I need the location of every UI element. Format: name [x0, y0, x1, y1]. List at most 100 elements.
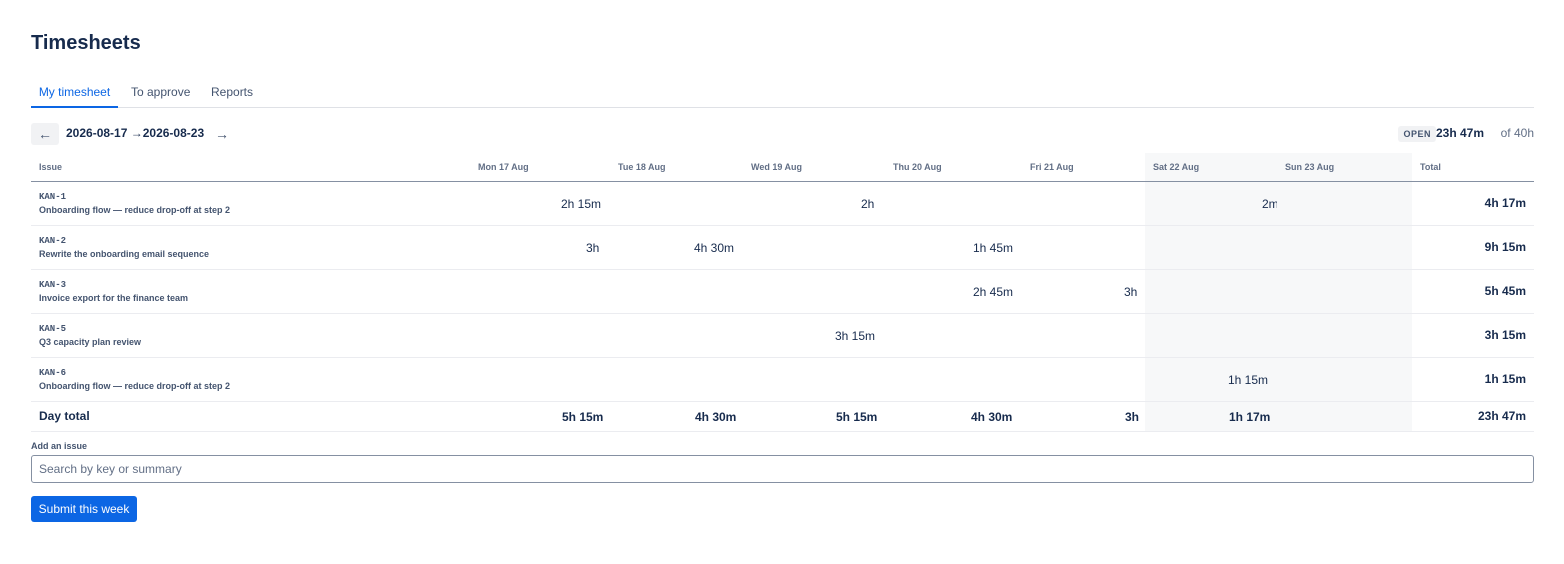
time-cell[interactable]: [1277, 269, 1412, 314]
week-start-date: 2026-08-17: [66, 126, 128, 140]
add-issue-label: Add an issue: [31, 441, 88, 451]
day-total-label: Day total: [31, 401, 431, 432]
time-cell[interactable]: [879, 357, 1014, 402]
status-badge: OPEN: [1398, 126, 1436, 142]
day-total-value: 4h 30m: [695, 409, 737, 424]
time-cell[interactable]: [879, 181, 1014, 226]
row-total: 5h 45m: [1412, 269, 1534, 314]
time-cell[interactable]: [603, 313, 737, 358]
time-cell[interactable]: [1145, 313, 1277, 358]
time-cell[interactable]: 2h 15m: [431, 181, 603, 226]
issue-cell[interactable]: KAN-3 Invoice export for the finance tea…: [31, 269, 431, 314]
time-cell[interactable]: [1014, 225, 1145, 270]
day-total-cell: 4h 30m: [603, 401, 737, 432]
time-cell[interactable]: [1277, 357, 1412, 402]
time-cell[interactable]: 3h: [431, 225, 603, 270]
time-cell[interactable]: [737, 225, 879, 270]
week-end-date: 2026-08-23: [142, 126, 205, 140]
time-cell[interactable]: [1014, 313, 1145, 358]
time-cell[interactable]: [431, 269, 603, 314]
time-cell[interactable]: [431, 357, 603, 402]
issue-summary: Invoice export for the finance team: [39, 292, 189, 303]
time-cell[interactable]: [1277, 181, 1412, 226]
time-cell[interactable]: 4h 30m: [603, 225, 737, 270]
column-header-day: Tue 18 Aug: [603, 153, 737, 182]
time-cell[interactable]: 1h 45m: [879, 225, 1014, 270]
time-cell[interactable]: 2h 45m: [879, 269, 1014, 314]
time-cell[interactable]: [737, 357, 879, 402]
day-total-row: Day total 5h 15m 4h 30m 5h 15m 4h 30m 3h…: [31, 401, 1534, 432]
table-row: KAN-2 Rewrite the onboarding email seque…: [31, 225, 1534, 270]
hours-target: of 40h: [1500, 126, 1534, 140]
issue-cell[interactable]: KAN-5 Q3 capacity plan review: [31, 313, 431, 358]
tab-to-approve[interactable]: To approve: [131, 78, 190, 108]
issue-search-input[interactable]: [31, 455, 1534, 483]
time-cell[interactable]: 1h 15m: [1145, 357, 1277, 402]
time-entry: 1h 15m: [1228, 372, 1269, 387]
issue-cell[interactable]: KAN-2 Rewrite the onboarding email seque…: [31, 225, 431, 270]
week-navigation: ← 2026-08-17 →2026-08-23 → OPEN 23h 47m …: [31, 122, 1534, 146]
tab-bar: My timesheet To approve Reports: [31, 78, 1534, 108]
time-entry: 2h 45m: [973, 284, 1014, 299]
time-entry: 3h: [1124, 284, 1138, 299]
column-header-day: Thu 20 Aug: [879, 153, 1014, 182]
grand-total: 23h 47m: [1412, 401, 1534, 432]
table-header-row: Issue Mon 17 Aug Tue 18 Aug Wed 19 Aug T…: [31, 153, 1534, 182]
issue-summary: Q3 capacity plan review: [39, 336, 142, 347]
table-row: KAN-5 Q3 capacity plan review 3h 15m 3h …: [31, 313, 1534, 358]
time-entry: 2h: [861, 196, 875, 211]
time-cell[interactable]: [1277, 225, 1412, 270]
previous-week-arrow-icon[interactable]: ←: [31, 123, 59, 145]
page-title: Timesheets: [31, 32, 141, 54]
time-cell[interactable]: [603, 357, 737, 402]
tab-my-timesheet[interactable]: My timesheet: [31, 78, 118, 108]
issue-key: KAN-1: [39, 191, 67, 202]
row-total: 9h 15m: [1412, 225, 1534, 270]
table-row: KAN-1 Onboarding flow — reduce drop-off …: [31, 181, 1534, 226]
issue-cell[interactable]: KAN-1 Onboarding flow — reduce drop-off …: [31, 181, 431, 226]
week-date-range: 2026-08-17 →2026-08-23: [66, 126, 204, 140]
column-header-day: Sat 22 Aug: [1145, 153, 1277, 182]
time-cell[interactable]: 2m: [1145, 181, 1279, 226]
day-total-value: 1h 17m: [1229, 409, 1271, 424]
row-total: 4h 17m: [1412, 181, 1534, 226]
time-cell[interactable]: [603, 269, 737, 314]
date-range-separator: →: [130, 126, 143, 140]
column-header-day: Wed 19 Aug: [737, 153, 879, 182]
time-cell[interactable]: [1014, 357, 1145, 402]
issue-key: KAN-3: [39, 279, 67, 290]
time-cell[interactable]: 3h: [1014, 269, 1145, 314]
time-cell[interactable]: 3h 15m: [737, 313, 879, 358]
time-cell[interactable]: [879, 313, 1014, 358]
column-header-issue: Issue: [31, 153, 431, 182]
table-row: KAN-3 Invoice export for the finance tea…: [31, 269, 1534, 314]
time-entry: 3h 15m: [835, 328, 876, 343]
time-cell[interactable]: [737, 269, 879, 314]
time-cell[interactable]: [1145, 269, 1277, 314]
next-week-arrow-icon[interactable]: →: [208, 123, 236, 145]
time-cell[interactable]: [1277, 313, 1412, 358]
day-total-cell: 5h 15m: [737, 401, 879, 432]
time-cell[interactable]: [603, 181, 737, 226]
tab-reports[interactable]: Reports: [211, 78, 253, 108]
time-entry: 1h 45m: [973, 240, 1014, 255]
row-total: 1h 15m: [1412, 357, 1534, 402]
table-row: KAN-6 Onboarding flow — reduce drop-off …: [31, 357, 1534, 402]
time-cell[interactable]: 2h: [737, 181, 879, 226]
timesheet-table: Issue Mon 17 Aug Tue 18 Aug Wed 19 Aug T…: [31, 153, 1534, 432]
issue-summary: Onboarding flow — reduce drop-off at ste…: [39, 380, 231, 391]
time-cell[interactable]: [431, 313, 603, 358]
issue-key: KAN-5: [39, 323, 67, 334]
issue-key: KAN-6: [39, 367, 67, 378]
time-cell[interactable]: [1014, 181, 1145, 226]
time-cell[interactable]: [1145, 225, 1277, 270]
issue-summary: Onboarding flow — reduce drop-off at ste…: [39, 204, 231, 215]
submit-week-button[interactable]: Submit this week: [31, 496, 137, 522]
hours-logged: 23h 47m: [1435, 126, 1484, 140]
time-entry: 3h: [586, 240, 600, 255]
day-total-cell: 1h 17m: [1145, 401, 1277, 432]
day-total-cell: [1277, 401, 1412, 432]
day-total-value: 5h 15m: [562, 409, 604, 424]
issue-cell[interactable]: KAN-6 Onboarding flow — reduce drop-off …: [31, 357, 431, 402]
row-total: 3h 15m: [1412, 313, 1534, 358]
